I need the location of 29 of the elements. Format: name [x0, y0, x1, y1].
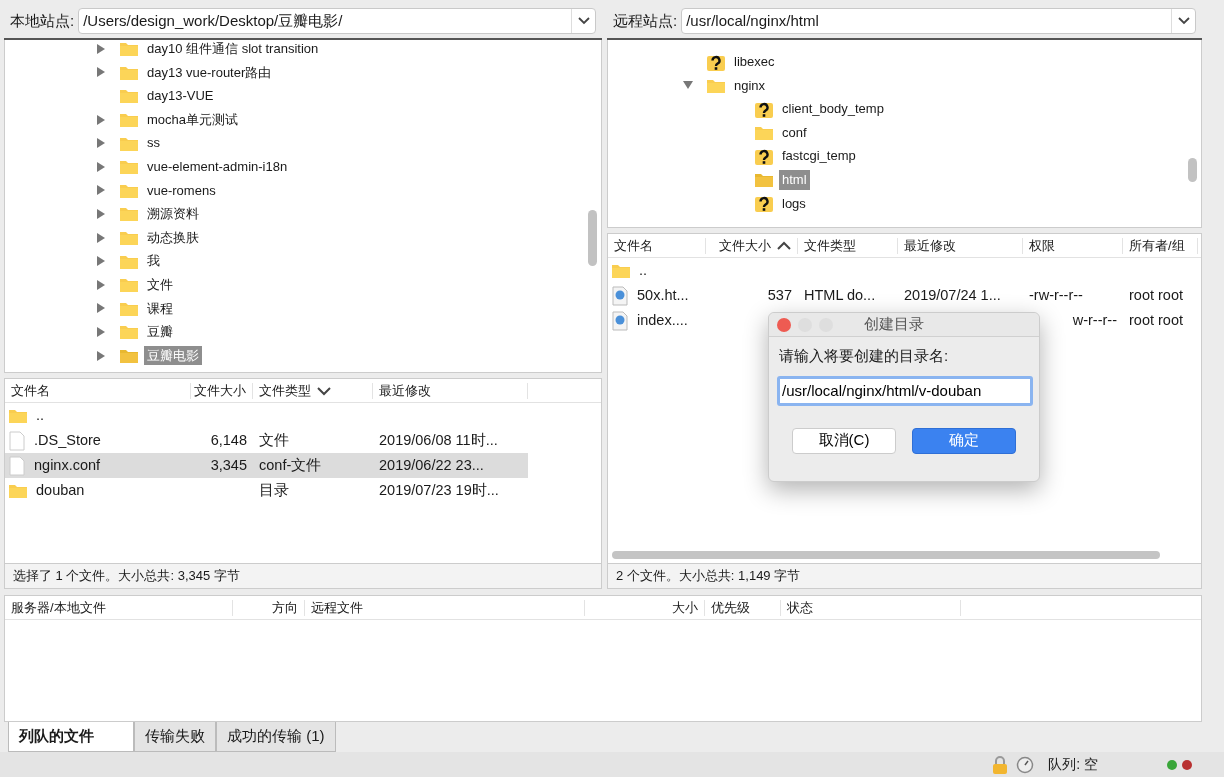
status-text: 选择了 1 个文件。大小总共: 3,345 字节: [13, 567, 240, 586]
site-label: 本地站点:: [10, 10, 75, 31]
table-cell: 3,345: [210, 456, 247, 473]
table-cell: 2019/07/23 19时...: [379, 481, 499, 498]
table-cell-text: ..: [639, 260, 648, 280]
table-cell: conf-文件: [259, 456, 322, 473]
table-cell: 6,148: [210, 431, 247, 448]
table-cell-text: douban: [36, 480, 85, 500]
table-cell-text: index....: [637, 310, 688, 330]
dialog-prompt: 请输入将要创建的目录名:: [778, 346, 950, 366]
table-cell-text: ..: [36, 405, 45, 425]
table-cell-text: .DS_Store: [34, 430, 101, 450]
table-cell: 2019/06/22 23...: [379, 456, 484, 473]
table-cell-text: nginx.conf: [34, 455, 101, 475]
table-cell: root root: [1129, 286, 1183, 303]
table-cell: -rw-r--r--: [1029, 286, 1083, 303]
table-cell: 537: [767, 286, 792, 303]
table-cell: w-r--r--: [1072, 311, 1117, 328]
table-cell: 目录: [259, 481, 289, 498]
queue-status: 队列: 空: [1048, 755, 1098, 774]
dialog-title: 创建目录: [864, 314, 924, 335]
table-cell: root root: [1129, 311, 1183, 328]
table-cell-text: 50x.ht...: [637, 285, 689, 305]
table-cell: 2019/06/08 11时...: [379, 431, 498, 448]
table-cell: HTML do...: [804, 286, 876, 303]
table-cell: 2019/07/24 1...: [904, 286, 1001, 303]
site-label: 远程站点:: [613, 10, 678, 31]
table-cell: 文件: [259, 431, 289, 448]
status-text: 2 个文件。大小总共: 1,149 字节: [616, 567, 801, 586]
